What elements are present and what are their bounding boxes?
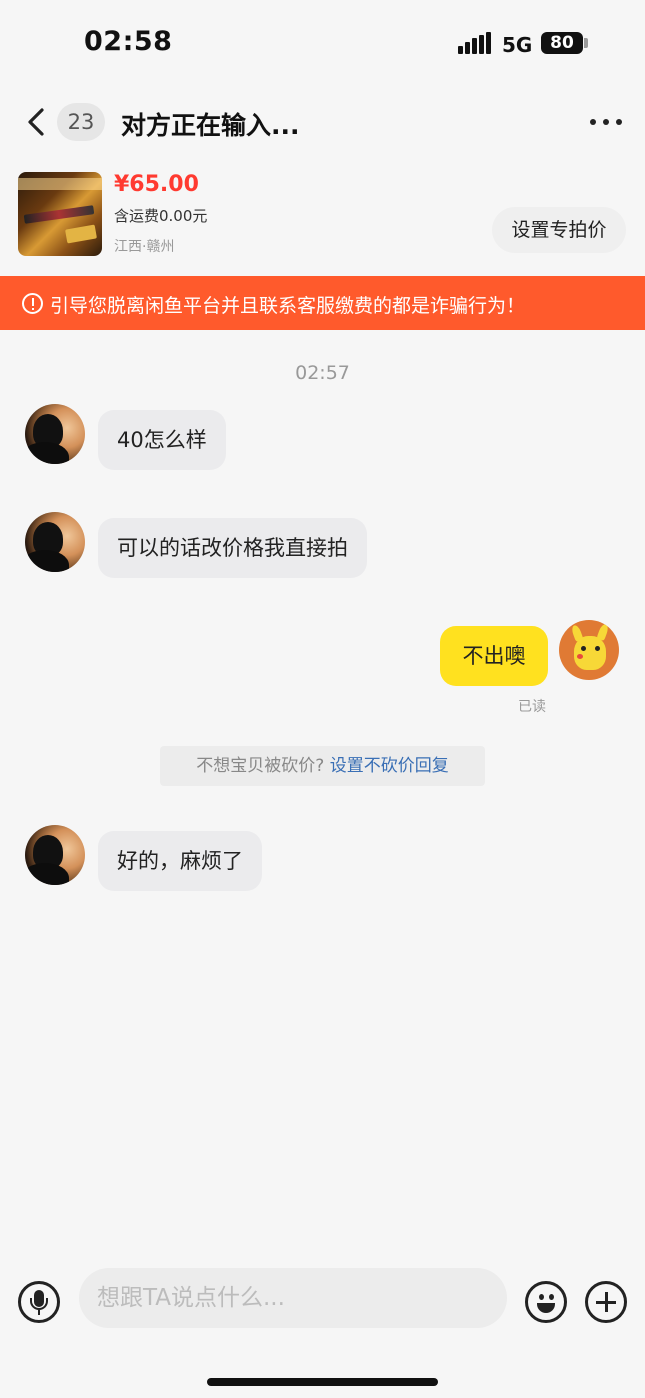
no-bargain-reply-link[interactable]: 设置不砍价回复 <box>330 756 449 776</box>
avatar[interactable] <box>25 825 85 885</box>
hint-text: 不想宝贝被砍价? <box>196 756 330 776</box>
product-shipping: 含运费0.00元 <box>114 207 208 225</box>
more-icon[interactable] <box>588 116 624 128</box>
warning-icon <box>22 293 43 314</box>
battery-icon: 80 <box>541 32 583 54</box>
signal-icon <box>458 32 492 54</box>
set-special-price-button[interactable]: 设置专拍价 <box>492 207 626 253</box>
status-bar: 02:58 5G 80 <box>0 0 645 88</box>
back-icon[interactable] <box>22 104 52 140</box>
product-location: 江西·赣州 <box>114 239 175 255</box>
product-price: ¥65.00 <box>114 172 199 197</box>
home-indicator <box>207 1378 438 1386</box>
battery-tip <box>584 38 588 48</box>
nav-bar: 23 对方正在输入... <box>0 88 645 160</box>
message-bubble[interactable]: 40怎么样 <box>98 410 226 470</box>
network-type: 5G <box>502 33 533 57</box>
avatar[interactable] <box>25 512 85 572</box>
read-status: 已读 <box>518 699 546 715</box>
emoji-icon[interactable] <box>525 1281 567 1323</box>
product-thumbnail[interactable] <box>18 172 102 256</box>
bargain-hint: 不想宝贝被砍价? 设置不砍价回复 <box>160 746 485 786</box>
input-bar <box>0 1262 645 1342</box>
product-card[interactable]: ¥65.00 含运费0.00元 江西·赣州 设置专拍价 <box>0 160 645 275</box>
avatar[interactable] <box>25 404 85 464</box>
status-time: 02:58 <box>84 26 173 57</box>
my-avatar[interactable] <box>559 620 619 680</box>
message-bubble[interactable]: 可以的话改价格我直接拍 <box>98 518 367 578</box>
my-message-bubble[interactable]: 不出噢 <box>440 626 548 686</box>
page-title: 对方正在输入... <box>121 111 300 140</box>
warning-text: 引导您脱离闲鱼平台并且联系客服缴费的都是诈骗行为！ <box>50 295 526 317</box>
fraud-warning-banner: 引导您脱离闲鱼平台并且联系客服缴费的都是诈骗行为！ <box>0 276 645 330</box>
voice-input-button[interactable] <box>18 1281 60 1323</box>
chat-timestamp: 02:57 <box>295 362 350 384</box>
message-bubble[interactable]: 好的，麻烦了 <box>98 831 262 891</box>
plus-icon[interactable] <box>585 1281 627 1323</box>
unread-count-badge[interactable]: 23 <box>57 103 105 141</box>
message-input[interactable] <box>79 1268 507 1328</box>
